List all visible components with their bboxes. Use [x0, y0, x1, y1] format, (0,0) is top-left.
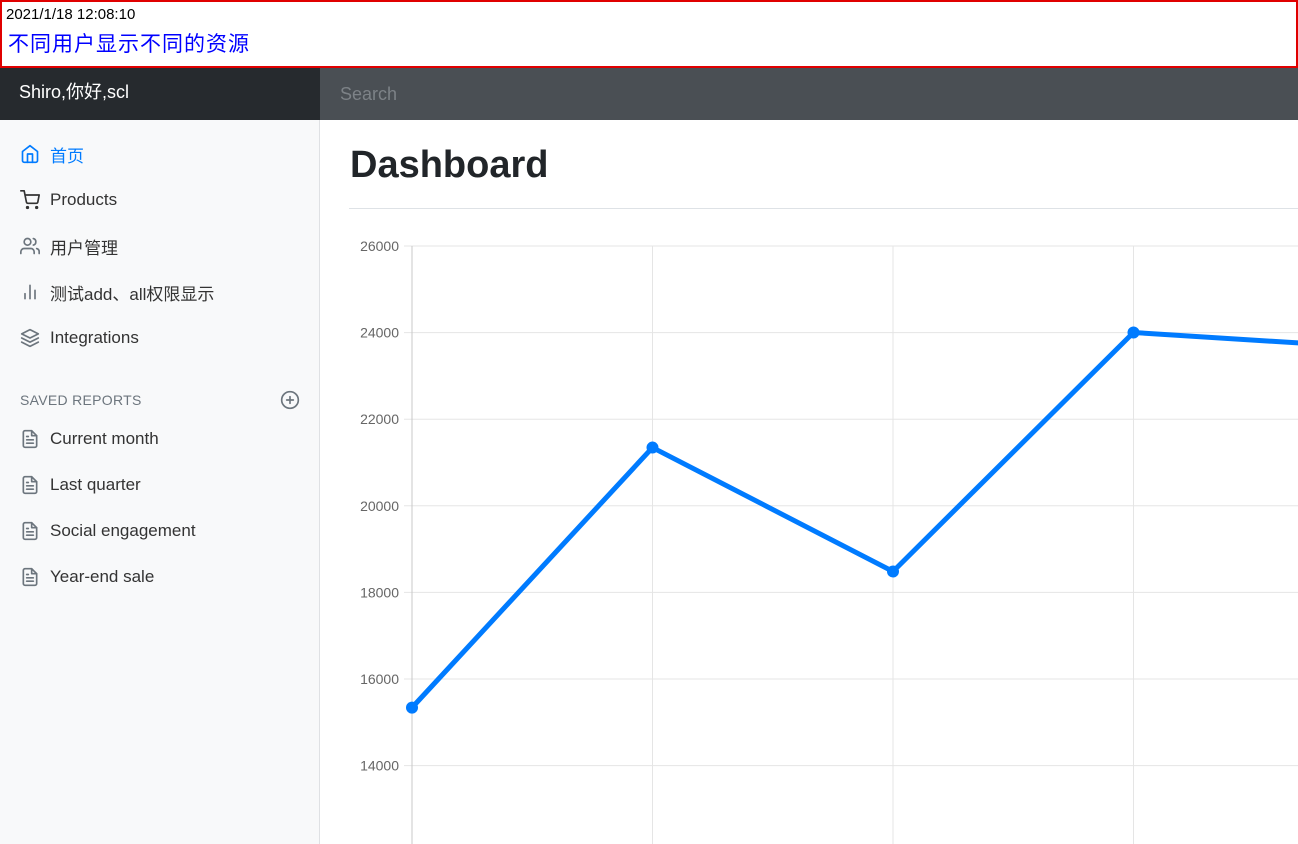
- series-line: [410, 329, 1298, 710]
- data-point: [1127, 326, 1140, 339]
- banner-message: 不同用户显示不同的资源: [8, 32, 250, 56]
- sidebar-item-label: 用户管理: [50, 238, 118, 258]
- add-report-icon[interactable]: [280, 390, 300, 410]
- file-text-icon: [22, 567, 38, 587]
- y-tick-label: 16000: [360, 671, 399, 687]
- line-chart: 14000 16000 18000 20000 22000 24000 26000: [360, 238, 1298, 844]
- report-item-year-end-sale[interactable]: Year-end sale: [0, 557, 319, 597]
- report-item-label: Year-end sale: [50, 567, 155, 586]
- sidebar-item-permissions[interactable]: 测试add、all权限显示: [0, 272, 319, 312]
- users-icon: [20, 237, 40, 255]
- y-tick-label: 14000: [360, 758, 399, 774]
- report-item-last-quarter[interactable]: Last quarter: [0, 465, 319, 505]
- file-text-icon: [22, 429, 38, 449]
- data-point: [646, 441, 659, 454]
- sidebar: 首页 Products 用户管理 测试add、all权限显示 Integrati…: [0, 120, 320, 844]
- sidebar-item-integrations[interactable]: Integrations: [0, 318, 319, 358]
- report-item-label: Last quarter: [50, 475, 141, 494]
- report-item-social-engagement[interactable]: Social engagement: [0, 511, 319, 551]
- saved-reports-heading: SAVED REPORTS: [20, 392, 142, 408]
- brand[interactable]: Shiro,你好,scl: [0, 68, 320, 120]
- y-tick-label: 20000: [360, 498, 399, 514]
- home-icon: [21, 144, 39, 164]
- search-input[interactable]: [320, 68, 1298, 120]
- report-item-label: Social engagement: [50, 521, 196, 540]
- shopping-cart-icon: [20, 190, 40, 210]
- file-text-icon: [22, 475, 38, 495]
- sidebar-item-label: Integrations: [50, 328, 139, 347]
- sidebar-item-label: 首页: [50, 146, 84, 166]
- navbar: Shiro,你好,scl: [0, 68, 1298, 120]
- sidebar-item-products[interactable]: Products: [0, 180, 319, 220]
- report-item-current-month[interactable]: Current month: [0, 419, 319, 459]
- y-tick-label: 26000: [360, 238, 399, 254]
- sidebar-item-label: 测试add、all权限显示: [50, 284, 215, 304]
- report-item-label: Current month: [50, 429, 159, 448]
- y-tick-label: 22000: [360, 411, 399, 427]
- y-tick-label: 18000: [360, 584, 399, 600]
- y-tick-label: 24000: [360, 325, 399, 341]
- page-title: Dashboard: [350, 144, 549, 186]
- data-point: [406, 701, 418, 714]
- sidebar-item-home[interactable]: 首页: [0, 134, 319, 174]
- layers-icon: [20, 328, 40, 348]
- banner: 2021/1/18 12:08:10 不同用户显示不同的资源: [0, 0, 1298, 68]
- sidebar-item-users[interactable]: 用户管理: [0, 226, 319, 266]
- banner-timestamp: 2021/1/18 12:08:10: [6, 6, 136, 23]
- title-divider: [349, 208, 1298, 209]
- bar-chart-icon: [24, 284, 36, 300]
- data-point: [887, 565, 899, 578]
- file-text-icon: [22, 521, 38, 541]
- sidebar-item-label: Products: [50, 190, 118, 209]
